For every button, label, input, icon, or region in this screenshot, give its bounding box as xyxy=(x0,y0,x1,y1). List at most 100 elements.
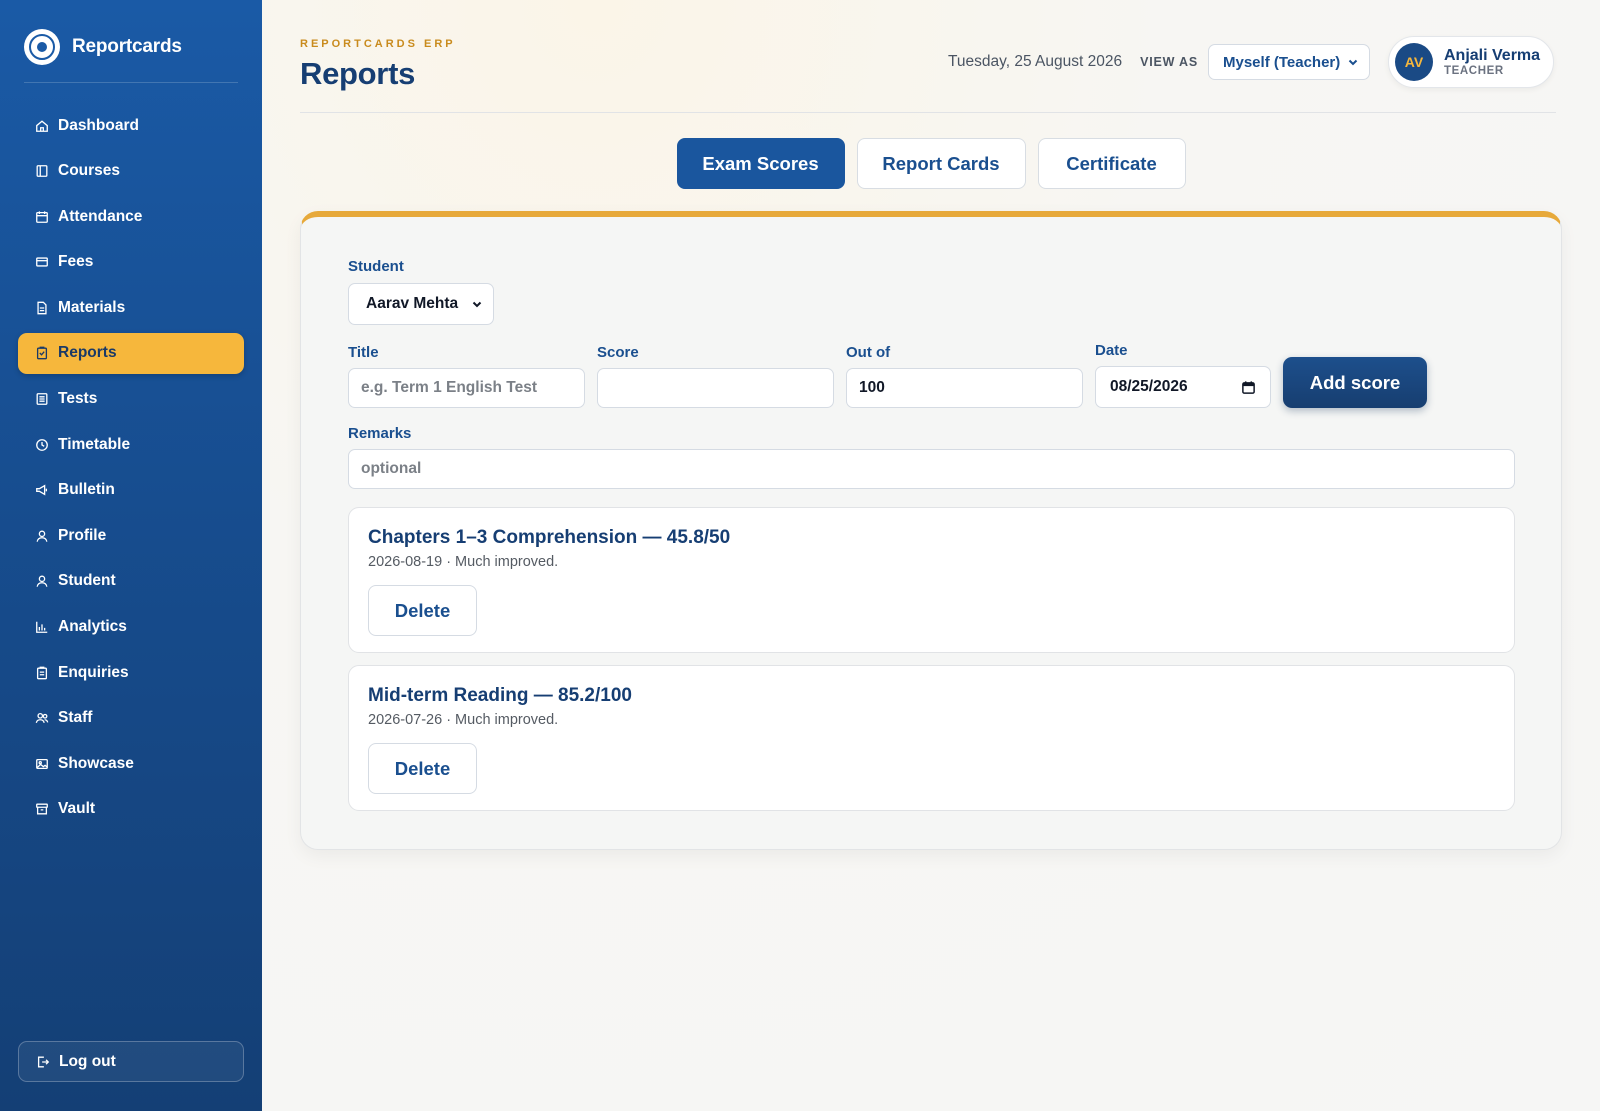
remarks-label: Remarks xyxy=(348,425,412,442)
add-score-button[interactable]: Add score xyxy=(1283,357,1427,408)
calendar-icon[interactable] xyxy=(1241,380,1256,395)
sidebar-item-reports[interactable]: Reports xyxy=(18,332,244,374)
sidebar-item-label: Analytics xyxy=(58,618,127,636)
logout-label: Log out xyxy=(59,1052,116,1070)
sidebar-item-label: Courses xyxy=(58,162,121,180)
student-label: Student xyxy=(348,258,404,275)
sidebar-item-tests[interactable]: Tests xyxy=(18,379,244,420)
date-label: Date xyxy=(1095,342,1128,359)
sidebar-item-label: Reports xyxy=(58,344,117,362)
score-item-title: Chapters 1–3 Comprehension — 45.8/50 xyxy=(368,527,731,548)
delete-button[interactable]: Delete xyxy=(368,743,477,794)
wallet-icon xyxy=(35,255,49,269)
avatar: AV xyxy=(1395,43,1433,81)
image-icon xyxy=(35,757,49,771)
calendar-icon xyxy=(35,210,49,224)
remarks-input[interactable] xyxy=(348,449,1515,489)
sidebar-item-showcase[interactable]: Showcase xyxy=(18,743,244,784)
sidebar-nav: Dashboard Courses Attendance Fees Materi… xyxy=(18,105,244,835)
sidebar-item-label: Dashboard xyxy=(58,116,139,134)
sidebar-item-courses[interactable]: Courses xyxy=(18,151,244,192)
sidebar-item-label: Showcase xyxy=(58,754,134,772)
user-role: TEACHER xyxy=(1444,64,1504,77)
title-input[interactable] xyxy=(348,368,585,408)
list-item: Mid-term Reading — 85.2/100 2026-07-26 ·… xyxy=(348,665,1515,811)
sidebar-item-label: Fees xyxy=(58,253,94,271)
score-item-meta: 2026-08-19 · Much improved. xyxy=(368,554,559,570)
sidebar-item-dashboard[interactable]: Dashboard xyxy=(18,105,244,146)
sidebar-item-materials[interactable]: Materials xyxy=(18,287,244,328)
sidebar-item-label: Materials xyxy=(58,298,126,316)
score-label: Score xyxy=(597,344,639,361)
list-icon xyxy=(35,392,49,406)
logout-icon xyxy=(36,1055,50,1069)
sidebar-item-label: Bulletin xyxy=(58,481,115,499)
user-icon xyxy=(35,529,49,543)
sidebar-item-label: Staff xyxy=(58,709,93,727)
sidebar-item-profile[interactable]: Profile xyxy=(18,515,244,556)
clipboard-icon xyxy=(35,346,49,360)
chevron-down-icon xyxy=(1348,59,1358,66)
megaphone-icon xyxy=(35,483,49,497)
sidebar-item-enquiries[interactable]: Enquiries xyxy=(18,652,244,693)
student-select[interactable]: Aarav Mehta xyxy=(348,283,494,325)
header-controls: Tuesday, 25 August 2026 VIEW AS Myself (… xyxy=(948,36,1554,88)
file-icon xyxy=(35,301,49,315)
sidebar-item-label: Tests xyxy=(58,390,98,408)
tab-report-cards[interactable]: Report Cards xyxy=(856,138,1026,189)
list-item: Chapters 1–3 Comprehension — 45.8/50 202… xyxy=(348,507,1515,653)
sidebar-item-student[interactable]: Student xyxy=(18,561,244,602)
page-title: Reports xyxy=(300,56,416,91)
main-content: REPORTCARDS ERP Reports Tuesday, 25 Augu… xyxy=(262,0,1600,1111)
chevron-down-icon xyxy=(472,301,482,308)
logout-button[interactable]: Log out xyxy=(18,1041,244,1082)
view-as-value: Myself (Teacher) xyxy=(1223,53,1341,71)
score-item-meta: 2026-07-26 · Much improved. xyxy=(368,712,559,728)
user-name: Anjali Verma xyxy=(1444,46,1541,64)
sidebar-item-bulletin[interactable]: Bulletin xyxy=(18,470,244,511)
current-date: Tuesday, 25 August 2026 xyxy=(948,53,1123,70)
title-label: Title xyxy=(348,344,379,361)
score-input[interactable] xyxy=(597,368,834,408)
sidebar-item-analytics[interactable]: Analytics xyxy=(18,607,244,648)
sidebar-item-timetable[interactable]: Timetable xyxy=(18,424,244,465)
sidebar-item-label: Student xyxy=(58,572,116,590)
bar-chart-icon xyxy=(35,620,49,634)
user-info: Anjali Verma TEACHER xyxy=(1444,47,1540,78)
clock-icon xyxy=(35,438,49,452)
home-icon xyxy=(35,119,49,133)
sidebar-item-label: Vault xyxy=(58,800,96,818)
sidebar-item-label: Attendance xyxy=(58,207,143,225)
exam-scores-card: Student Aarav Mehta Title Score Out of D… xyxy=(300,211,1562,850)
sidebar: Reportcards Dashboard Courses Attendance… xyxy=(0,0,262,1111)
tab-exam-scores[interactable]: Exam Scores xyxy=(676,138,845,189)
sidebar-item-label: Profile xyxy=(58,526,107,544)
clipboard-list-icon xyxy=(35,666,49,680)
date-input[interactable]: 08/25/2026 xyxy=(1095,366,1271,408)
book-icon xyxy=(35,164,49,178)
report-tabs: Exam Scores Report Cards Certificate xyxy=(262,138,1600,189)
users-icon xyxy=(35,711,49,725)
brand-logo-icon xyxy=(24,29,60,65)
sidebar-item-staff[interactable]: Staff xyxy=(18,698,244,739)
delete-button[interactable]: Delete xyxy=(368,585,477,636)
user-icon xyxy=(35,574,49,588)
brand[interactable]: Reportcards xyxy=(24,28,182,66)
tab-certificate[interactable]: Certificate xyxy=(1037,138,1186,189)
view-as-select[interactable]: Myself (Teacher) xyxy=(1208,44,1370,80)
out-of-input[interactable] xyxy=(846,368,1083,408)
date-value: 08/25/2026 xyxy=(1110,378,1188,395)
archive-icon xyxy=(35,802,49,816)
user-menu[interactable]: AV Anjali Verma TEACHER xyxy=(1388,36,1554,88)
brand-name: Reportcards xyxy=(72,36,182,57)
sidebar-item-fees[interactable]: Fees xyxy=(18,242,244,283)
sidebar-item-label: Timetable xyxy=(58,435,131,453)
score-item-title: Mid-term Reading — 85.2/100 xyxy=(368,685,632,706)
sidebar-item-vault[interactable]: Vault xyxy=(18,789,244,830)
sidebar-item-label: Enquiries xyxy=(58,663,129,681)
sidebar-divider xyxy=(24,82,238,83)
view-as-label: VIEW AS xyxy=(1140,55,1198,69)
page-eyebrow: REPORTCARDS ERP xyxy=(300,38,456,50)
student-select-value: Aarav Mehta xyxy=(366,295,459,312)
sidebar-item-attendance[interactable]: Attendance xyxy=(18,196,244,237)
